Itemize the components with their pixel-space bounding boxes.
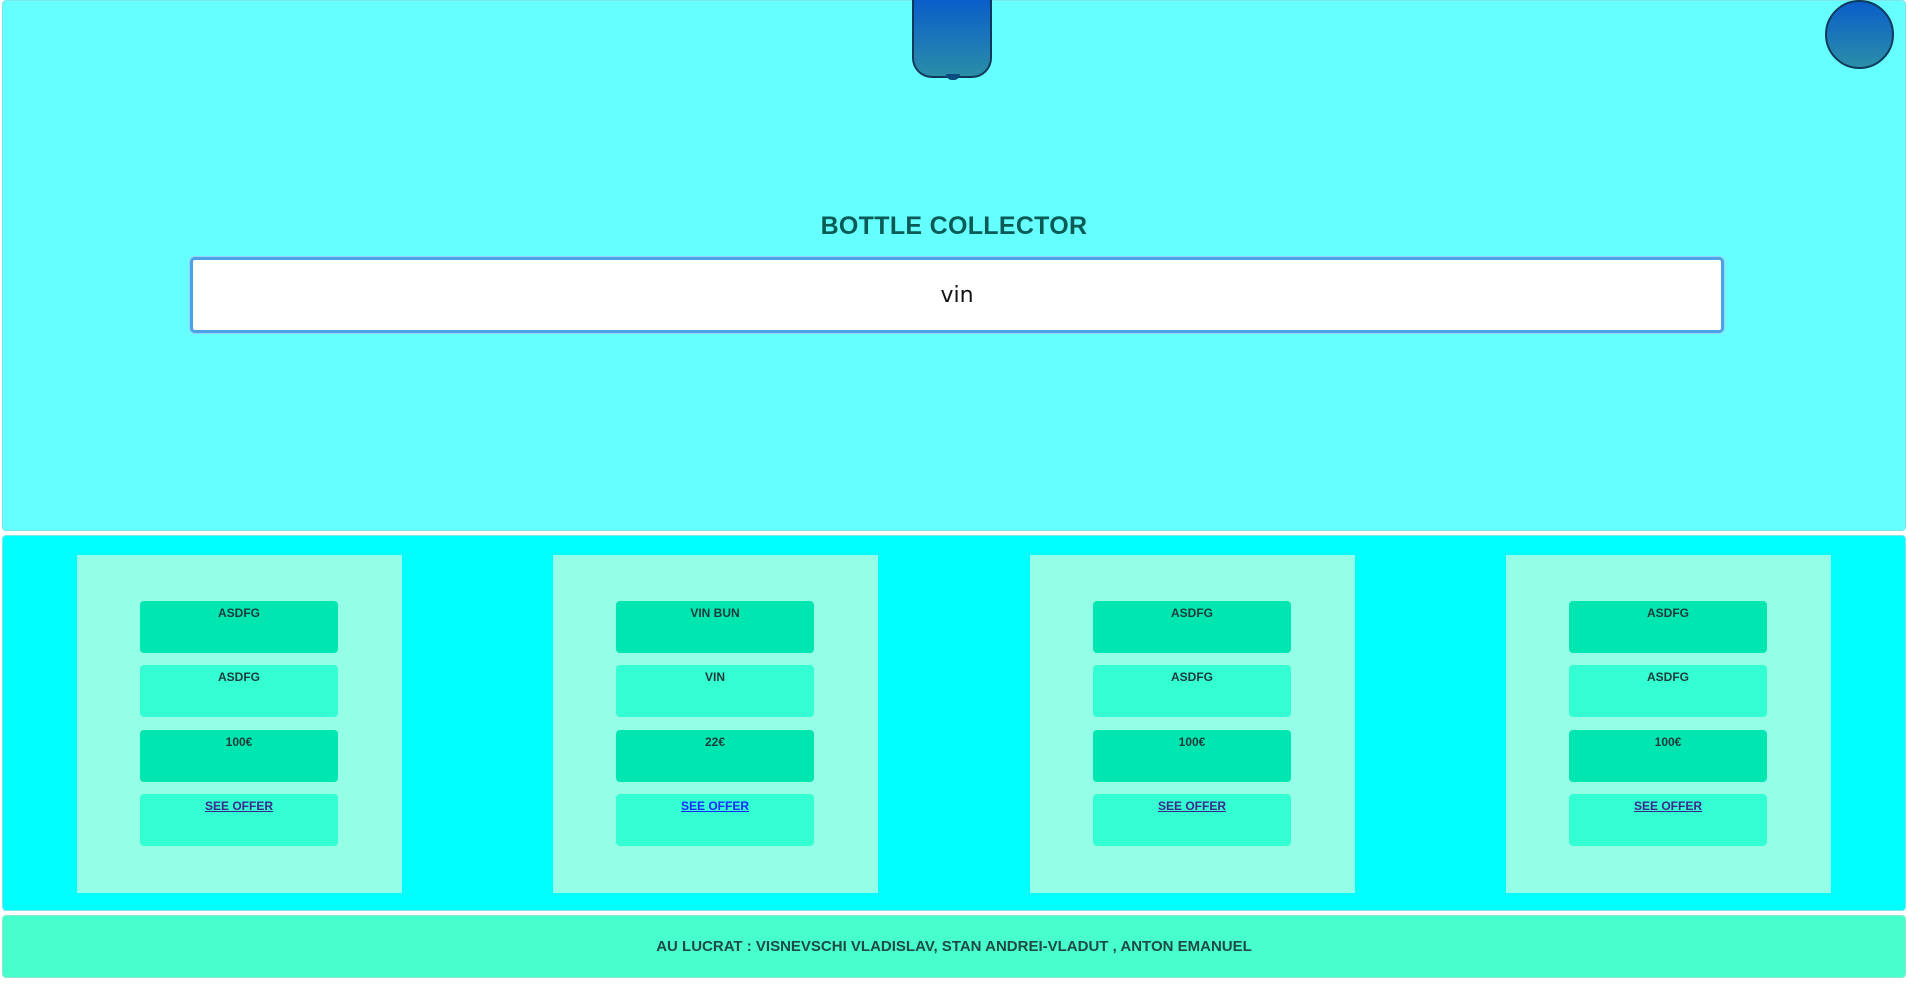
user-avatar-icon[interactable] <box>912 0 992 78</box>
product-name: ASDFG <box>1569 601 1767 653</box>
product-price: 100€ <box>1093 730 1291 782</box>
product-type: ASDFG <box>1093 665 1291 717</box>
product-type: ASDFG <box>1569 665 1767 717</box>
product-card: VIN BUN VIN 22€ SEE OFFER <box>553 555 878 893</box>
profile-avatar-icon[interactable] <box>1825 0 1894 69</box>
product-price: 100€ <box>140 730 338 782</box>
see-offer-link[interactable]: SEE OFFER <box>681 799 749 813</box>
see-offer-cell: SEE OFFER <box>1093 794 1291 846</box>
search-input[interactable] <box>190 257 1724 333</box>
footer-credits: AU LUCRAT : VISNEVSCHI VLADISLAV, STAN A… <box>2 915 1906 978</box>
see-offer-cell: SEE OFFER <box>140 794 338 846</box>
product-type: VIN <box>616 665 814 717</box>
see-offer-link[interactable]: SEE OFFER <box>1158 799 1226 813</box>
see-offer-link[interactable]: SEE OFFER <box>205 799 273 813</box>
product-name: ASDFG <box>140 601 338 653</box>
see-offer-link[interactable]: SEE OFFER <box>1634 799 1702 813</box>
product-card: ASDFG ASDFG 100€ SEE OFFER <box>1030 555 1355 893</box>
product-card: ASDFG ASDFG 100€ SEE OFFER <box>77 555 402 893</box>
product-name: ASDFG <box>1093 601 1291 653</box>
product-price: 100€ <box>1569 730 1767 782</box>
page-title: BOTTLE COLLECTOR <box>820 212 1088 240</box>
product-type: ASDFG <box>140 665 338 717</box>
see-offer-cell: SEE OFFER <box>1569 794 1767 846</box>
product-name: VIN BUN <box>616 601 814 653</box>
product-price: 22€ <box>616 730 814 782</box>
product-card: ASDFG ASDFG 100€ SEE OFFER <box>1506 555 1831 893</box>
see-offer-cell: SEE OFFER <box>616 794 814 846</box>
